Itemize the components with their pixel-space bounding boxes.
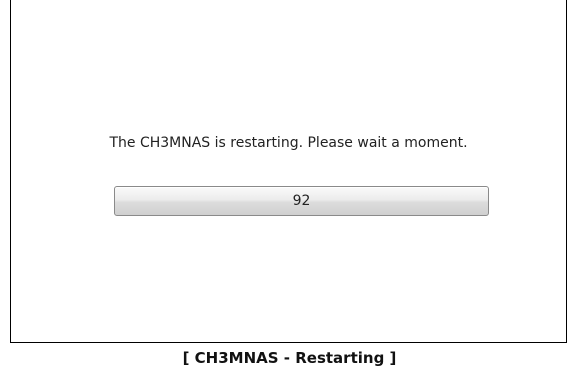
restart-message: The CH3MNAS is restarting. Please wait a… <box>109 135 468 151</box>
restart-dialog: The CH3MNAS is restarting. Please wait a… <box>10 0 567 343</box>
screenshot-caption: [ CH3MNAS - Restarting ] <box>182 349 397 367</box>
countdown-progress-box: 92 <box>114 186 489 216</box>
